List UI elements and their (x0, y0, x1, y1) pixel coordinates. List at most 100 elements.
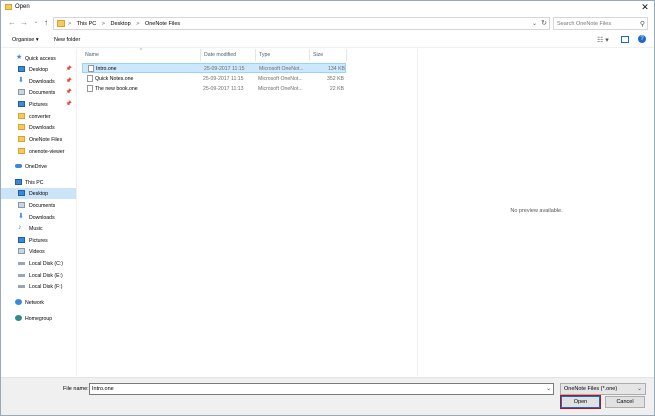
back-arrow-icon[interactable]: ← (8, 17, 16, 28)
sidebar-item-pictures-pc[interactable]: Pictures (1, 235, 76, 246)
window-title: Open (15, 4, 30, 10)
sidebar-item-label: converter (29, 114, 51, 120)
sidebar-item-label: Videos (29, 249, 45, 255)
sidebar-item-label: Local Disk (F:) (29, 284, 63, 290)
sidebar-item-label: Desktop (29, 67, 49, 73)
chevron-down-icon[interactable]: ⌄ (546, 385, 551, 392)
sidebar-item-quick-access[interactable]: ★ Quick access (1, 53, 76, 64)
star-icon: ★ (16, 54, 23, 61)
sidebar-item-homegroup[interactable]: Homegroup (1, 313, 76, 324)
column-header: ^ Name Date modified Type Size (78, 48, 416, 61)
sidebar-item-onedrive[interactable]: OneDrive (1, 161, 76, 172)
sidebar-item-label: Pictures (29, 102, 48, 108)
folder-icon (18, 136, 25, 142)
view-options-icon[interactable]: ☷ ▾ (597, 36, 609, 44)
pin-icon: 📌 (65, 78, 72, 84)
sidebar-item-label: onenote-viewer (29, 149, 65, 155)
sidebar-item-label: Desktop (29, 191, 49, 197)
open-button[interactable]: Open (560, 395, 601, 409)
sidebar-item-local-disk-e[interactable]: Local Disk (E:) (1, 270, 76, 281)
sidebar-item-music[interactable]: ♪ Music (1, 223, 76, 234)
pin-icon: 📌 (65, 89, 72, 95)
breadcrumb-onenote-files[interactable]: OneNote Files (145, 21, 180, 27)
file-name-field[interactable]: Intro.one ⌄ (89, 383, 554, 395)
sidebar-item-downloads-pc[interactable]: ⬇ Downloads (1, 212, 76, 223)
sidebar-item-label: Pictures (29, 238, 48, 244)
close-button[interactable]: ✕ (640, 2, 650, 12)
file-name: Quick Notes.one (95, 76, 134, 82)
column-date-modified[interactable]: Date modified (204, 52, 236, 58)
sidebar-item-pictures[interactable]: Pictures 📌 (1, 99, 76, 110)
preview-pane-icon[interactable] (621, 36, 629, 43)
refresh-icon[interactable]: ↻ (541, 19, 547, 27)
breadcrumb-desktop[interactable]: Desktop (111, 21, 131, 27)
sidebar-item-label: OneNote Files (29, 137, 63, 143)
cancel-button[interactable]: Cancel (605, 396, 645, 408)
open-dialog: Open ✕ ← → ⌄ ↑ > This PC > Desktop > One… (0, 0, 655, 416)
sidebar-item-label: Downloads (29, 79, 55, 85)
sidebar-item-label: Local Disk (C:) (29, 261, 64, 267)
table-row[interactable]: The new book.one 25-09-2017 11:13 Micros… (82, 84, 346, 94)
breadcrumb: > This PC > Desktop > OneNote Files (68, 21, 184, 27)
breadcrumb-this-pc[interactable]: This PC (77, 21, 97, 27)
search-input[interactable]: Search OneNote Files ⚲ (553, 17, 648, 30)
documents-icon (18, 89, 25, 95)
folder-icon (57, 20, 65, 27)
column-type[interactable]: Type (259, 52, 270, 58)
videos-icon (18, 248, 25, 254)
column-size[interactable]: Size (313, 52, 323, 58)
file-name-value: Intro.one (92, 386, 114, 392)
sidebar-item-documents[interactable]: Documents 📌 (1, 87, 76, 98)
help-icon[interactable]: ? (638, 35, 646, 43)
up-arrow-icon[interactable]: ↑ (42, 17, 50, 28)
sidebar-item-network[interactable]: Network (1, 297, 76, 308)
sidebar-item-this-pc[interactable]: This PC (1, 177, 76, 188)
sidebar-item-local-disk-f[interactable]: Local Disk (F:) (1, 281, 76, 292)
navigation-pane: ★ Quick access Desktop 📌 ⬇ Downloads 📌 D… (1, 49, 77, 376)
sidebar-item-videos[interactable]: Videos (1, 246, 76, 257)
file-type-select[interactable]: OneNote Files (*.one) ⌄ (560, 383, 646, 395)
file-name-label: File name: (63, 386, 89, 392)
this-pc-icon (15, 179, 22, 185)
breadcrumb-separator: > (68, 21, 72, 27)
pictures-icon (18, 101, 25, 107)
chevron-down-icon: ⌄ (636, 386, 642, 392)
drive-icon (18, 274, 25, 277)
breadcrumb-separator: > (101, 21, 105, 27)
sidebar-item-label: Homegroup (25, 316, 53, 322)
dialog-footer: File name: Intro.one ⌄ OneNote Files (*.… (1, 377, 654, 415)
music-icon: ♪ (18, 224, 22, 231)
sidebar-item-local-disk-c[interactable]: Local Disk (C:) (1, 258, 76, 269)
downloads-icon: ⬇ (18, 213, 24, 220)
sidebar-item-desktop-pc[interactable]: Desktop (1, 188, 76, 199)
sidebar-item-onenote-files[interactable]: OneNote Files (1, 134, 76, 145)
organise-button[interactable]: Organise ▾ (12, 37, 39, 43)
sidebar-item-downloads[interactable]: ⬇ Downloads 📌 (1, 76, 76, 87)
file-date: 25-09-2017 11:15 (203, 76, 244, 82)
table-row[interactable]: Intro.one 25-09-2017 11:15 Microsoft One… (82, 63, 346, 73)
sidebar-item-label: This PC (25, 180, 44, 186)
column-name[interactable]: Name (85, 52, 99, 58)
sidebar-item-label: Downloads (29, 215, 55, 221)
column-divider[interactable] (309, 49, 310, 61)
folder-icon (18, 124, 25, 130)
new-folder-button[interactable]: New folder (54, 37, 80, 43)
file-type-value: OneNote Files (*.one) (564, 386, 618, 392)
forward-arrow-icon[interactable]: → (20, 17, 28, 28)
column-divider[interactable] (200, 49, 201, 61)
homegroup-icon (15, 315, 22, 321)
column-divider[interactable] (346, 49, 347, 61)
sidebar-item-desktop[interactable]: Desktop 📌 (1, 64, 76, 75)
file-icon (88, 65, 94, 72)
chevron-down-icon[interactable]: ⌄ (532, 20, 537, 27)
sidebar-item-onenote-viewer[interactable]: onenote-viewer (1, 146, 76, 157)
sidebar-item-documents-pc[interactable]: Documents (1, 200, 76, 211)
table-row[interactable]: Quick Notes.one 25-09-2017 11:15 Microso… (82, 74, 346, 84)
address-bar[interactable]: > This PC > Desktop > OneNote Files ⌄ ↻ (53, 17, 550, 30)
column-divider[interactable] (255, 49, 256, 61)
sidebar-item-converter[interactable]: converter (1, 111, 76, 122)
recent-locations-icon[interactable]: ⌄ (32, 17, 40, 28)
pin-icon: 📌 (65, 101, 72, 107)
sidebar-item-label: Local Disk (E:) (29, 273, 63, 279)
sidebar-item-downloads-folder[interactable]: Downloads (1, 122, 76, 133)
